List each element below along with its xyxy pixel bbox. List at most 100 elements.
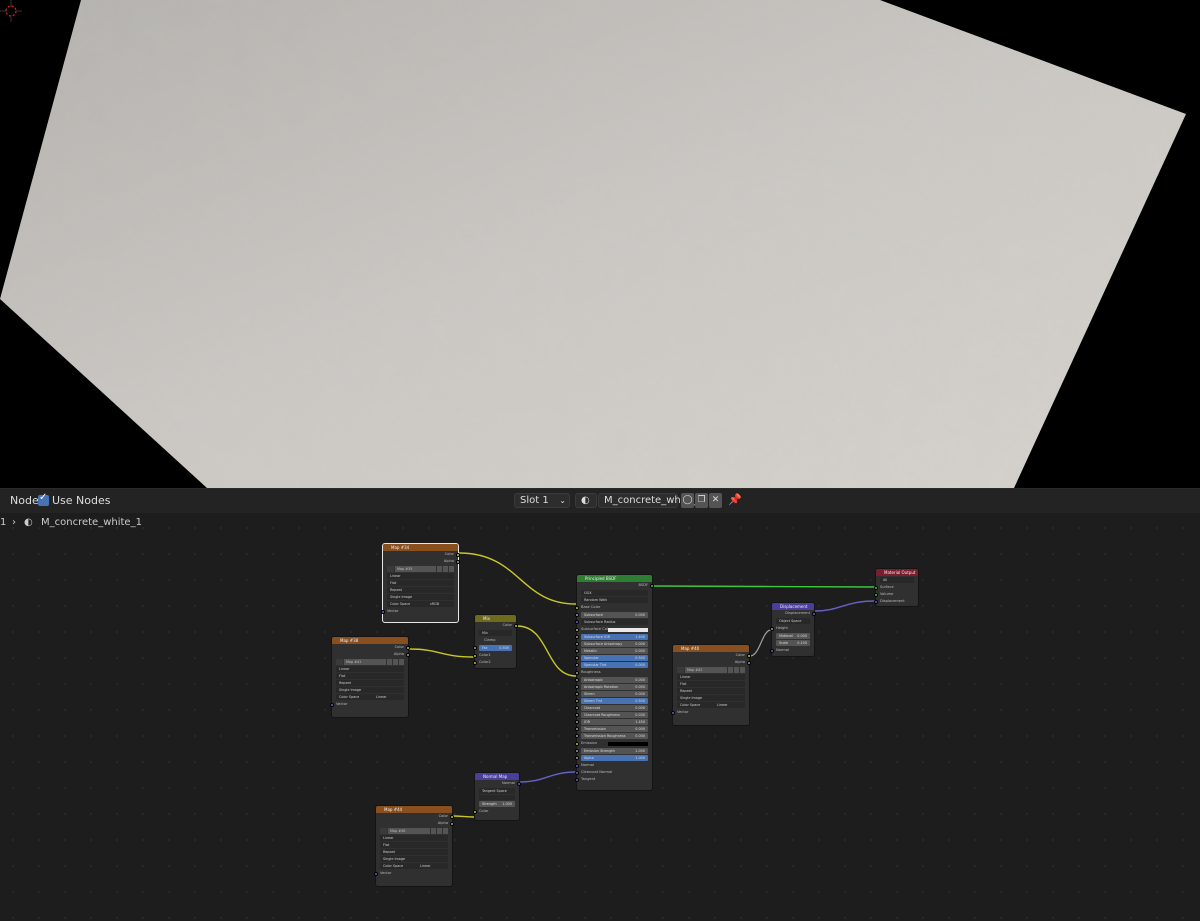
image-selector[interactable]: Map #41 [336, 659, 404, 665]
socket-displacement[interactable] [874, 600, 878, 604]
socket-color[interactable] [456, 553, 460, 557]
bsdf-input-field[interactable]: Sheen 0.000 [575, 691, 648, 697]
interpolation-select[interactable]: Linear [336, 666, 404, 672]
bsdf-input-field[interactable]: Specular 0.500 [575, 655, 648, 661]
extension-select[interactable]: Repeat [380, 849, 448, 855]
source-select[interactable]: Single Image [677, 695, 745, 701]
extension-select[interactable]: Repeat [677, 688, 745, 694]
socket-alpha[interactable] [456, 560, 460, 564]
subsurface-method-select[interactable]: Random Walk [581, 597, 648, 603]
bsdf-input-field[interactable]: Alpha 1.000 [575, 755, 648, 761]
color-space-select[interactable]: Color Space Linear [336, 694, 404, 700]
scale-field[interactable]: Scale 0.100 [776, 640, 810, 646]
bsdf-input-field[interactable]: Specular Tint 0.000 [575, 662, 648, 668]
bsdf-input-color[interactable]: Subsurface Color [575, 626, 652, 633]
socket-vector[interactable] [381, 610, 385, 614]
clamp-checkbox[interactable]: Clamp [475, 637, 516, 644]
bsdf-input-color[interactable]: Emission [575, 740, 652, 747]
node-title[interactable]: Map #34 [383, 544, 458, 551]
image-texture-node[interactable]: Map #40 Color Alpha Map #42 Linear Flat … [671, 644, 751, 726]
socket-volume[interactable] [874, 593, 878, 597]
node-title[interactable]: Material Output [876, 569, 918, 576]
image-texture-node[interactable]: Map #34 Color Alpha Map #35 Linear Flat … [381, 543, 460, 623]
bsdf-input-select[interactable]: Subsurface Radius [575, 619, 648, 625]
socket-color[interactable] [406, 646, 410, 650]
bsdf-input-field[interactable]: Clearcoat Roughness 0.030 [575, 712, 648, 718]
extension-select[interactable]: Repeat [387, 587, 454, 593]
bsdf-input-field[interactable]: Sheen Tint 0.500 [575, 698, 648, 704]
node-title[interactable]: Displacement [772, 603, 814, 610]
target-select[interactable]: All [880, 577, 914, 583]
bsdf-input-field[interactable]: Subsurface IOR 1.400 [575, 634, 648, 640]
interpolation-select[interactable]: Linear [380, 835, 448, 841]
source-select[interactable]: Single Image [336, 687, 404, 693]
blend-mode-select[interactable]: Mix [479, 630, 512, 636]
projection-select[interactable]: Flat [677, 681, 745, 687]
bsdf-input-field[interactable]: Subsurface Anisotropy 0.000 [575, 641, 648, 647]
shader-editor[interactable]: Node Use Nodes Slot 1 ⌄ ◐ M_concrete_whi… [0, 488, 1200, 921]
image-texture-node[interactable]: Map #38 Color Alpha Map #41 Linear Flat … [330, 636, 410, 718]
bsdf-input-field[interactable]: IOR 1.450 [575, 719, 648, 725]
mix-rgb-node[interactable]: Mix Color Mix Clamp Fac 0.500 Color1 Colo… [473, 614, 518, 669]
image-selector[interactable]: Map #35 [387, 566, 454, 572]
socket-normal[interactable] [770, 649, 774, 653]
projection-select[interactable]: Flat [380, 842, 448, 848]
image-selector[interactable]: Map #42 [677, 667, 745, 673]
bsdf-input-field[interactable]: Anisotropic 0.000 [575, 677, 648, 683]
node-title[interactable]: Mix [475, 615, 516, 622]
material-output-node[interactable]: Material Output All Surface Volume Displ… [874, 568, 919, 607]
bsdf-input-field[interactable]: Clearcoat 0.000 [575, 705, 648, 711]
uv-map-select[interactable] [479, 795, 515, 800]
socket-color[interactable] [473, 810, 477, 814]
extension-select[interactable]: Repeat [336, 680, 404, 686]
bsdf-input-field[interactable]: Anisotropic Rotation 0.000 [575, 684, 648, 690]
socket-normal[interactable] [517, 782, 521, 786]
socket-color2[interactable] [473, 661, 477, 665]
distribution-select[interactable]: GGX [581, 590, 648, 596]
node-title[interactable]: Map #44 [376, 806, 452, 813]
interpolation-select[interactable]: Linear [677, 674, 745, 680]
socket-alpha[interactable] [450, 822, 454, 826]
3d-cursor-icon[interactable] [0, 0, 22, 22]
socket-bsdf[interactable] [650, 584, 654, 588]
projection-select[interactable]: Flat [387, 580, 454, 586]
socket-surface[interactable] [874, 586, 878, 590]
fac-field[interactable]: Fac 0.500 [473, 645, 512, 651]
node-title[interactable]: Principled BSDF [577, 575, 652, 582]
color-space-select[interactable]: Color Space Linear [677, 702, 745, 708]
image-selector[interactable]: Map #46 [380, 828, 448, 834]
node-title[interactable]: Map #38 [332, 637, 408, 644]
displacement-node[interactable]: Displacement Displacement Object Space H… [770, 602, 816, 657]
interpolation-select[interactable]: Linear [387, 573, 454, 579]
socket-displacement[interactable] [812, 612, 816, 616]
normal-map-node[interactable]: Normal Map Normal Tangent Space Strength… [473, 772, 521, 821]
socket-alpha[interactable] [406, 653, 410, 657]
socket-height[interactable] [770, 627, 774, 631]
midlevel-field[interactable]: Midlevel 0.000 [776, 633, 810, 639]
principled-bsdf-node[interactable]: Principled BSDF BSDF GGX Random Walk Bas… [575, 574, 654, 791]
socket-color[interactable] [514, 624, 518, 628]
bsdf-input-field[interactable]: Emission Strength 1.000 [575, 748, 648, 754]
source-select[interactable]: Single Image [380, 856, 448, 862]
strength-field[interactable]: Strength 1.000 [479, 801, 515, 807]
bsdf-input-field[interactable]: Transmission Roughness 0.000 [575, 733, 648, 739]
3d-viewport[interactable] [0, 0, 1200, 488]
node-title[interactable]: Normal Map [475, 773, 519, 780]
socket-vector[interactable] [330, 703, 334, 707]
projection-select[interactable]: Flat [336, 673, 404, 679]
socket-vector[interactable] [671, 711, 675, 715]
bsdf-input-field[interactable]: Metallic 0.000 [575, 648, 648, 654]
socket-color1[interactable] [473, 654, 477, 658]
node-title[interactable]: Map #40 [673, 645, 749, 652]
socket-vector[interactable] [374, 872, 378, 876]
space-select[interactable]: Object Space [776, 618, 810, 624]
socket-color[interactable] [747, 654, 751, 658]
socket-color[interactable] [450, 815, 454, 819]
space-select[interactable]: Tangent Space [479, 788, 515, 794]
bsdf-input-field[interactable]: Transmission 0.000 [575, 726, 648, 732]
image-texture-node[interactable]: Map #44 Color Alpha Map #46 Linear Flat … [374, 805, 454, 887]
source-select[interactable]: Single Image [387, 594, 454, 600]
color-space-select[interactable]: Color Space sRGB [387, 601, 454, 607]
bsdf-input-field[interactable]: Subsurface 0.000 [575, 612, 648, 618]
color-space-select[interactable]: Color Space Linear [380, 863, 448, 869]
